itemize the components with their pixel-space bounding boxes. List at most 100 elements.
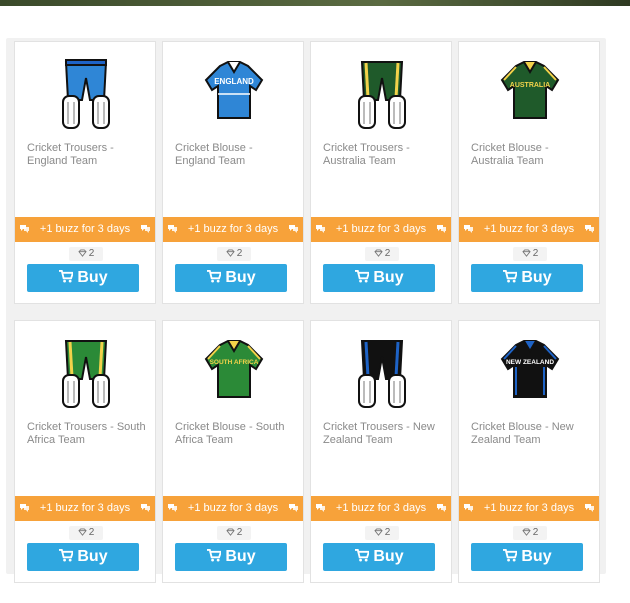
product-card: Cricket Trousers - South Africa Team +1 … xyxy=(14,320,156,583)
buy-label: Buy xyxy=(521,548,552,565)
chat-icon xyxy=(20,225,29,233)
price-value: 2 xyxy=(532,527,539,538)
chat-icon xyxy=(316,225,325,233)
diamond-icon xyxy=(226,528,235,536)
price-value: 2 xyxy=(384,248,391,259)
cart-icon xyxy=(59,270,75,283)
cart-icon xyxy=(355,549,371,562)
chat-icon xyxy=(316,504,325,512)
price-value: 2 xyxy=(88,248,95,259)
buy-label: Buy xyxy=(225,548,256,565)
price-badge: 2 xyxy=(365,247,399,261)
product-name: Cricket Blouse - South Africa Team xyxy=(175,421,285,446)
price-value: 2 xyxy=(532,248,539,259)
cart-icon xyxy=(207,270,223,283)
product-name: Cricket Blouse - Australia Team xyxy=(471,142,549,167)
product-name: Cricket Blouse - England Team xyxy=(175,142,253,167)
svg-text:SOUTH AFRICA: SOUTH AFRICA xyxy=(210,359,259,366)
price-badge: 2 xyxy=(365,526,399,540)
cart-icon xyxy=(503,270,519,283)
chat-icon xyxy=(168,225,177,233)
product-card: Cricket Trousers - England Team +1 buzz … xyxy=(14,41,156,304)
promo-banner: +1 buzz for 3 days xyxy=(163,217,303,242)
product-grid: Cricket Trousers - England Team +1 buzz … xyxy=(6,38,606,583)
product-name: Cricket Trousers - England Team xyxy=(27,142,114,167)
chat-icon xyxy=(168,504,177,512)
buy-label: Buy xyxy=(373,269,404,286)
chat-icon xyxy=(585,225,594,233)
product-card: Cricket Trousers - New Zealand Team +1 b… xyxy=(310,320,452,583)
diamond-icon xyxy=(226,249,235,257)
price-badge: 2 xyxy=(69,526,103,540)
chat-icon xyxy=(141,504,150,512)
cricket-trousers-icon[interactable] xyxy=(342,333,422,413)
promo-text: +1 buzz for 3 days xyxy=(483,502,575,514)
promo-text: +1 buzz for 3 days xyxy=(335,502,427,514)
promo-banner: +1 buzz for 3 days xyxy=(311,217,451,242)
buy-label: Buy xyxy=(373,548,404,565)
buy-label: Buy xyxy=(77,269,108,286)
product-card: AUSTRALIA Cricket Blouse - Australia Tea… xyxy=(458,41,600,304)
diamond-icon xyxy=(374,249,383,257)
cart-icon xyxy=(59,549,75,562)
cricket-blouse-icon[interactable]: ENGLAND xyxy=(194,54,274,134)
svg-text:AUSTRALIA: AUSTRALIA xyxy=(510,82,550,89)
diamond-icon xyxy=(522,528,531,536)
cricket-trousers-icon[interactable] xyxy=(342,54,422,134)
promo-banner: +1 buzz for 3 days xyxy=(459,496,599,521)
product-card: SOUTH AFRICA Cricket Blouse - South Afri… xyxy=(162,320,304,583)
buy-label: Buy xyxy=(521,269,552,286)
price-badge: 2 xyxy=(217,526,251,540)
promo-text: +1 buzz for 3 days xyxy=(39,223,131,235)
price-value: 2 xyxy=(88,527,95,538)
price-badge: 2 xyxy=(217,247,251,261)
buy-button[interactable]: Buy xyxy=(175,543,287,571)
promo-banner: +1 buzz for 3 days xyxy=(163,496,303,521)
cart-icon xyxy=(207,549,223,562)
product-name: Cricket Trousers - South Africa Team xyxy=(27,421,146,446)
promo-banner: +1 buzz for 3 days xyxy=(15,496,155,521)
price-value: 2 xyxy=(236,527,243,538)
diamond-icon xyxy=(522,249,531,257)
chat-icon xyxy=(464,225,473,233)
chat-icon xyxy=(437,504,446,512)
price-badge: 2 xyxy=(513,247,547,261)
cricket-blouse-icon[interactable]: AUSTRALIA xyxy=(490,54,570,134)
buy-button[interactable]: Buy xyxy=(471,543,583,571)
promo-text: +1 buzz for 3 days xyxy=(187,502,279,514)
buy-button[interactable]: Buy xyxy=(471,264,583,292)
cricket-trousers-icon[interactable] xyxy=(46,54,126,134)
buy-label: Buy xyxy=(77,548,108,565)
cricket-blouse-icon[interactable]: NEW ZEALAND xyxy=(490,333,570,413)
buy-button[interactable]: Buy xyxy=(323,264,435,292)
buy-button[interactable]: Buy xyxy=(27,264,139,292)
product-card: NEW ZEALAND Cricket Blouse - New Zealand… xyxy=(458,320,600,583)
diamond-icon xyxy=(78,528,87,536)
promo-banner: +1 buzz for 3 days xyxy=(311,496,451,521)
chat-icon xyxy=(141,225,150,233)
promo-text: +1 buzz for 3 days xyxy=(335,223,427,235)
price-badge: 2 xyxy=(69,247,103,261)
price-badge: 2 xyxy=(513,526,547,540)
promo-banner: +1 buzz for 3 days xyxy=(15,217,155,242)
chat-icon xyxy=(437,225,446,233)
top-banner-strip xyxy=(0,0,630,34)
cart-icon xyxy=(503,549,519,562)
buy-button[interactable]: Buy xyxy=(27,543,139,571)
cricket-trousers-icon[interactable] xyxy=(46,333,126,413)
cricket-blouse-icon[interactable]: SOUTH AFRICA xyxy=(194,333,274,413)
price-value: 2 xyxy=(236,248,243,259)
product-name: Cricket Blouse - New Zealand Team xyxy=(471,421,574,446)
svg-text:ENGLAND: ENGLAND xyxy=(214,77,254,86)
chat-icon xyxy=(289,504,298,512)
chat-icon xyxy=(464,504,473,512)
product-name: Cricket Trousers - Australia Team xyxy=(323,142,410,167)
price-value: 2 xyxy=(384,527,391,538)
chat-icon xyxy=(20,504,29,512)
buy-button[interactable]: Buy xyxy=(175,264,287,292)
buy-button[interactable]: Buy xyxy=(323,543,435,571)
cart-icon xyxy=(355,270,371,283)
svg-text:NEW ZEALAND: NEW ZEALAND xyxy=(506,359,554,366)
diamond-icon xyxy=(374,528,383,536)
promo-text: +1 buzz for 3 days xyxy=(187,223,279,235)
